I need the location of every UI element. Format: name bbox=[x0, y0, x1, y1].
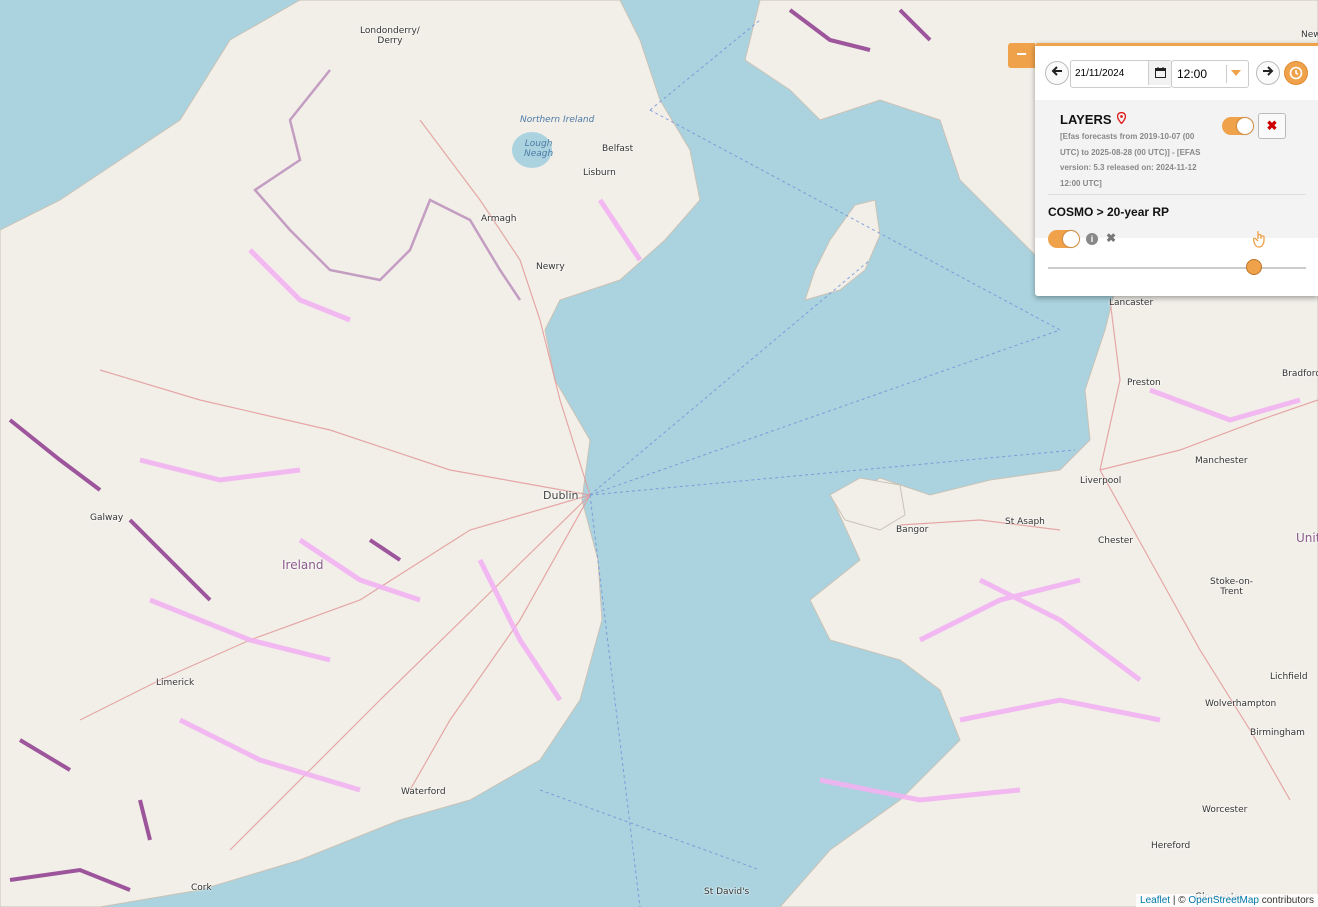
info-icon[interactable]: i bbox=[1086, 233, 1098, 245]
place-label-hereford: Hereford bbox=[1151, 841, 1191, 851]
opacity-slider-handle[interactable] bbox=[1246, 259, 1263, 275]
collapse-panel-button[interactable]: − bbox=[1008, 43, 1035, 68]
place-label-birmingham: Birmingham bbox=[1250, 728, 1305, 738]
place-label-chester: Chester bbox=[1098, 536, 1133, 546]
place-label-st-davids: St David's bbox=[704, 887, 750, 897]
place-label-belfast: Belfast bbox=[602, 144, 634, 154]
place-label-preston: Preston bbox=[1127, 378, 1161, 388]
remove-all-layers-button[interactable]: ✖ bbox=[1258, 113, 1286, 139]
attribution-separator: | © bbox=[1170, 895, 1189, 906]
date-input[interactable] bbox=[1071, 61, 1151, 85]
map-marker-icon bbox=[1116, 111, 1127, 125]
place-label-galway: Galway bbox=[90, 513, 124, 523]
date-picker bbox=[1070, 60, 1172, 88]
place-label-worcester: Worcester bbox=[1202, 805, 1248, 815]
calendar-icon bbox=[1154, 67, 1166, 78]
hand-icon bbox=[1252, 231, 1265, 248]
clock-icon bbox=[1289, 66, 1303, 80]
arrow-right-icon bbox=[1263, 66, 1274, 76]
time-select[interactable]: 12:00 bbox=[1171, 60, 1249, 88]
time-value: 12:00 bbox=[1177, 67, 1208, 81]
layer-divider bbox=[1048, 194, 1306, 195]
place-label-bangor: Bangor bbox=[896, 525, 929, 535]
place-label-ireland: Ireland bbox=[282, 558, 324, 572]
layers-info: [Efas forecasts from 2019-10-07 (00 UTC)… bbox=[1060, 132, 1201, 188]
attribution-suffix: contributors bbox=[1258, 895, 1314, 906]
chevron-down-icon bbox=[1231, 70, 1241, 76]
place-label-lancaster: Lancaster bbox=[1109, 298, 1154, 308]
place-label-manchester: Manchester bbox=[1195, 456, 1248, 466]
place-label-wolverhampton: Wolverhampton bbox=[1205, 699, 1277, 709]
control-panel: 12:00 LAYERS [Efas forecasts from 2019-1… bbox=[1035, 43, 1318, 296]
place-label-armagh: Armagh bbox=[481, 214, 517, 224]
previous-time-button[interactable] bbox=[1045, 61, 1069, 85]
place-label-limerick: Limerick bbox=[156, 678, 195, 688]
next-time-button[interactable] bbox=[1256, 61, 1280, 85]
arrow-left-icon bbox=[1051, 66, 1062, 76]
layers-title: LAYERS bbox=[1060, 111, 1127, 127]
place-label-waterford: Waterford bbox=[401, 787, 446, 797]
place-label-bradford: Bradford bbox=[1282, 369, 1318, 379]
place-label-dublin: Dublin bbox=[543, 489, 579, 502]
leaflet-link[interactable]: Leaflet bbox=[1140, 895, 1170, 906]
place-label-lough-neagh: Lough Neagh bbox=[524, 139, 554, 159]
time-controls: 12:00 bbox=[1035, 46, 1318, 98]
layer-name: COSMO > 20-year RP bbox=[1048, 205, 1170, 219]
toggle-knob bbox=[1237, 118, 1253, 134]
place-label-lisburn: Lisburn bbox=[583, 168, 616, 178]
place-label-united: Unit bbox=[1296, 531, 1318, 545]
opacity-slider-track[interactable] bbox=[1048, 267, 1306, 269]
place-label-lichfield: Lichfield bbox=[1270, 672, 1308, 682]
close-icon: ✖ bbox=[1266, 118, 1278, 133]
layer-visibility-toggle[interactable] bbox=[1048, 230, 1080, 248]
calendar-button[interactable] bbox=[1148, 61, 1171, 85]
map-attribution: Leaflet | © OpenStreetMap contributors bbox=[1136, 894, 1318, 907]
place-label-stoke: Stoke-on- Trent bbox=[1210, 577, 1254, 597]
toggle-knob bbox=[1063, 231, 1079, 247]
place-label-liverpool: Liverpool bbox=[1080, 476, 1122, 486]
remove-layer-icon[interactable]: ✖ bbox=[1106, 231, 1116, 245]
drag-handle-icon[interactable] bbox=[1252, 230, 1267, 253]
layers-title-text: LAYERS bbox=[1060, 112, 1112, 127]
place-label-st-asaph: St Asaph bbox=[1005, 517, 1045, 527]
time-select-separator bbox=[1226, 65, 1227, 83]
all-layers-toggle[interactable] bbox=[1222, 117, 1254, 135]
place-label-newcastle: New bbox=[1301, 30, 1318, 40]
osm-link[interactable]: OpenStreetMap bbox=[1188, 895, 1259, 906]
place-label-londonderry: Londonderry/ Derry bbox=[360, 26, 420, 46]
current-time-button[interactable] bbox=[1284, 61, 1308, 85]
place-label-newry: Newry bbox=[536, 262, 565, 272]
place-label-cork: Cork bbox=[191, 883, 212, 893]
place-label-northern-ireland: Northern Ireland bbox=[520, 115, 595, 125]
